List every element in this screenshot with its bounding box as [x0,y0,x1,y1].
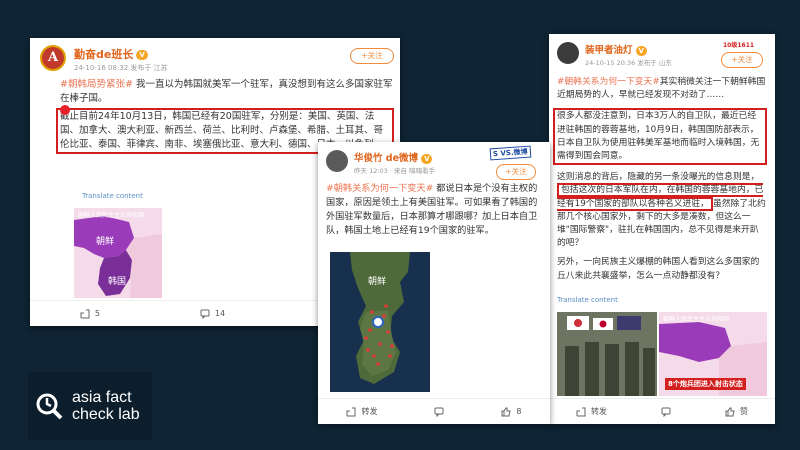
post-meta: 24-10-15 20:36 发布于 山东 [585,59,672,67]
translate-link[interactable]: Translate content [82,192,143,200]
weibo-post-2: 华俊竹 de微博 V 昨天 12:03 · 来自 嗨嗨看手 S VS.微博 +关注… [318,142,550,424]
map-image[interactable]: 朝鲜人民民主主义共和国 朝鲜 韩国 [74,208,162,298]
map-caption: 朝鲜人民民主主义共和国 [78,212,145,219]
share-icon [576,407,586,416]
post-content-2: 这则消息的背后，隐藏的另一条没曝光的信息则是， [557,172,760,183]
like-button[interactable]: 8 [501,407,522,417]
post-meta: 24-10-16 08:32 发布于 江苏 [74,64,168,72]
map-label: 朝鲜 [368,277,387,287]
action-bar: 转发 8 [318,398,550,424]
satellite-map-graphic [330,252,430,392]
corner-tag: 10级1611 [723,42,755,49]
logo-line-2: check lab [72,406,140,423]
avatar[interactable] [326,150,348,172]
level-badge: V [136,50,148,60]
share-icon [346,407,356,416]
comment-icon [661,407,671,417]
map-label-north: 朝鲜 [96,237,115,247]
hashtag-link[interactable]: #朝韩关系为何一下变天# [557,77,660,87]
comment-icon [200,309,210,319]
highlight-box-1: 很多人都没注意到，日本3万人的自卫队，最近已经进驻韩国的蓉蓉基地，10月9日，韩… [553,108,767,166]
username[interactable]: 华俊竹 de微博 [354,153,418,164]
map-caption: 朝鲜人民民主主义共和国 [663,316,730,323]
like-count: 8 [516,407,522,416]
repost-button[interactable]: 转发 [576,406,607,417]
post-header: 华俊竹 de微博 V 昨天 12:03 · 来自 嗨嗨看手 S VS.微博 +关注 [318,142,550,182]
like-label: 赞 [740,407,748,416]
weibo-post-3: 装甲者油灯 V 24-10-15 20:36 发布于 山东 10级1611 +关注… [549,34,775,424]
follow-button[interactable]: +关注 [350,48,394,64]
follow-button[interactable]: +关注 [721,52,763,68]
magnifier-icon [36,393,63,420]
hashtag-link[interactable]: #朝韩局势紧张# [60,79,133,90]
post-content-4: 另外，一向民族主义爆棚的韩国人看到这么多国家的丘八来此共襄盛举，怎么一点动静都没… [557,257,760,281]
repost-button[interactable]: 5 [80,309,100,319]
post-text: #朝韩关系为何一下变天# 都说日本是个没有主权的国家，原因是领土上有美国驻军。可… [326,182,544,238]
repost-button[interactable]: 转发 [346,406,377,417]
map-image[interactable]: 朝鲜人民民主主义共和国 8个炮兵团进入射击状态 [659,312,767,396]
share-icon [80,309,90,318]
avatar[interactable] [557,42,579,64]
comment-count: 14 [214,309,226,318]
soldiers-photo-graphic [557,312,657,396]
photo-soldiers[interactable] [557,312,657,396]
post-header: A 勤奋de班长 V 24-10-16 08:32 发布于 江苏 +关注 [30,38,400,78]
weibo-eye-icon [60,105,70,115]
hashtag-link[interactable]: #朝韩关系为何一下变天# [326,183,433,194]
thumbs-up-icon [725,407,735,416]
logo-line-1: asia fact [72,389,132,406]
alert-ribbon: 8个炮兵团进入射击状态 [665,378,746,390]
level-badge: V [635,45,647,56]
comment-button[interactable] [434,407,444,417]
avatar[interactable]: A [40,45,66,71]
satellite-map-image[interactable]: 朝鲜 [330,252,430,392]
comment-button[interactable]: 14 [200,309,225,319]
repost-label: 转发 [591,407,607,416]
translate-link[interactable]: Translate content [557,296,618,304]
weibo-stamp: S VS.微博 [489,145,531,161]
asia-fact-check-lab-logo: asia fact check lab [28,372,152,440]
comment-icon [434,407,444,417]
follow-button[interactable]: +关注 [496,164,536,180]
repost-label: 转发 [361,407,378,416]
post-header: 装甲者油灯 V 24-10-15 20:36 发布于 山东 10级1611 +关注 [549,34,775,74]
map-label-south: 韩国 [108,277,127,287]
username[interactable]: 装甲者油灯 [585,45,633,56]
level-badge: V [421,153,433,164]
action-bar: 转发 赞 [549,398,775,424]
post-meta: 昨天 12:03 · 来自 嗨嗨看手 [354,167,436,175]
like-button[interactable]: 赞 [725,406,748,417]
username[interactable]: 勤奋de班长 [74,48,133,61]
post-text: #朝韩关系为何一下变天#其实稍微关注一下朝鲜韩国近期局势的人，早就已经发现不对劲… [553,76,767,283]
repost-count: 5 [94,309,101,318]
thumbs-up-icon [501,407,512,416]
comment-button[interactable] [661,407,671,417]
